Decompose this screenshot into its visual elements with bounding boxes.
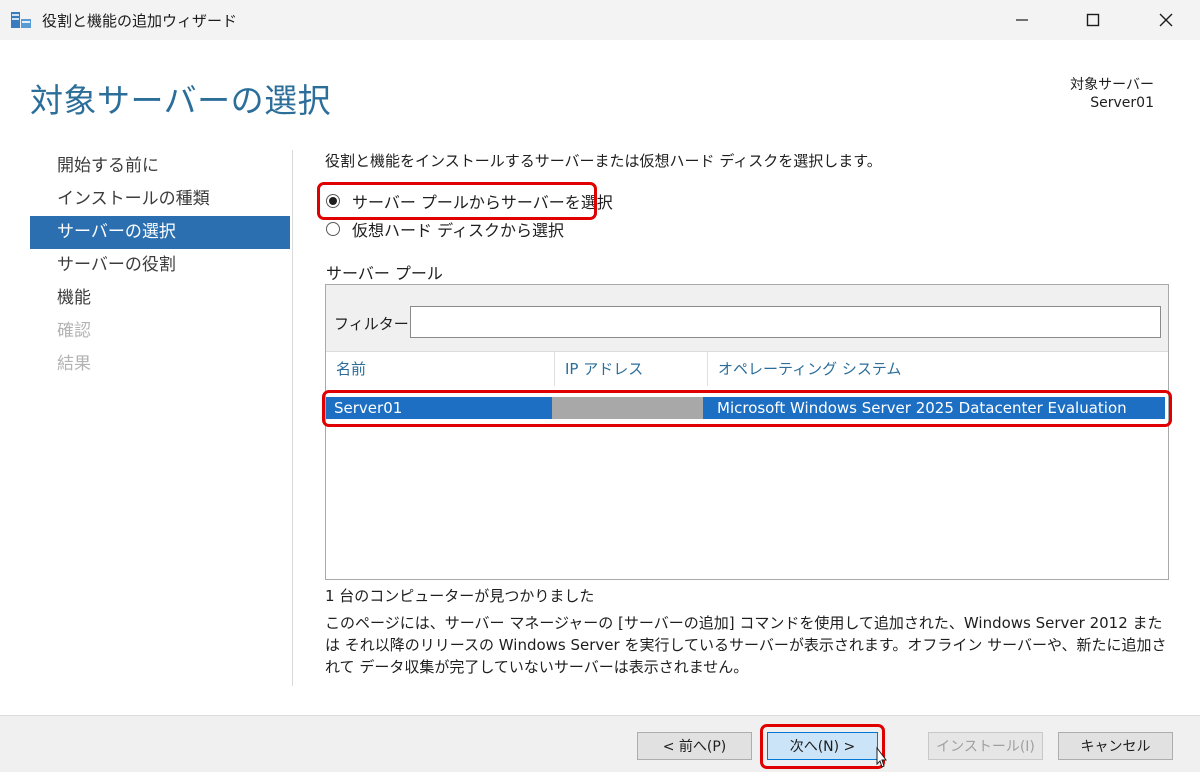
nav-item-server-roles[interactable]: サーバーの役割	[30, 249, 290, 282]
radio-button-unselected[interactable]	[326, 222, 340, 236]
nav-item-results: 結果	[57, 354, 91, 374]
annotation-highlight-row	[322, 390, 1172, 427]
server-pool-heading: サーバー プール	[326, 264, 443, 283]
wizard-nav: 開始する前に インストールの種類 サーバーの選択 サーバーの役割 機能 確認 結…	[30, 150, 290, 381]
cancel-button[interactable]: キャンセル	[1058, 732, 1173, 760]
filter-input[interactable]	[410, 306, 1161, 338]
nav-item-before-you-begin[interactable]: 開始する前に	[30, 150, 290, 183]
column-header-os[interactable]: オペレーティング システム	[708, 352, 1162, 386]
server-pool-panel: フィルター: 名前 IP アドレス オペレーティング システム Server01…	[325, 284, 1169, 580]
previous-button[interactable]: < 前へ(P)	[637, 732, 752, 760]
target-server-value: Server01	[1090, 95, 1154, 111]
computer-count: 1 台のコンピューターが見つかりました	[325, 587, 595, 605]
title-bar: 役割と機能の追加ウィザード	[0, 0, 1200, 40]
maximize-icon	[1086, 13, 1100, 27]
nav-item-features[interactable]: 機能	[30, 282, 290, 315]
column-header-name[interactable]: 名前	[326, 352, 555, 386]
server-manager-icon	[11, 12, 31, 28]
minimize-icon	[1016, 19, 1028, 21]
close-icon	[1159, 13, 1173, 27]
minimize-button[interactable]	[996, 0, 1048, 40]
target-server-label: 対象サーバー	[1070, 77, 1154, 93]
nav-item-server-selection[interactable]: サーバーの選択	[30, 216, 290, 249]
nav-item-confirmation: 確認	[57, 321, 91, 341]
info-text: このページには、サーバー マネージャーの [サーバーの追加] コマンドを使用して…	[325, 614, 1167, 676]
nav-item-installation-type[interactable]: インストールの種類	[30, 183, 290, 216]
filter-label: フィルター:	[334, 315, 414, 333]
install-button: インストール(I)	[928, 732, 1043, 760]
filter-bar: フィルター:	[326, 285, 1168, 352]
radio-virtual-disk-label: 仮想ハード ディスクから選択	[352, 221, 564, 240]
window-title: 役割と機能の追加ウィザード	[42, 12, 238, 30]
radio-virtual-disk[interactable]: 仮想ハード ディスクから選択	[326, 217, 564, 241]
column-header-ip[interactable]: IP アドレス	[555, 352, 708, 386]
page-description: 役割と機能をインストールするサーバーまたは仮想ハード ディスクを選択します。	[325, 152, 882, 170]
mouse-cursor-icon	[876, 746, 887, 768]
annotation-highlight-radio	[317, 182, 597, 220]
page-title: 対象サーバーの選択	[30, 81, 332, 120]
maximize-button[interactable]	[1067, 0, 1119, 40]
close-button[interactable]	[1140, 0, 1192, 40]
annotation-highlight-next	[760, 724, 885, 769]
nav-divider	[292, 150, 293, 686]
